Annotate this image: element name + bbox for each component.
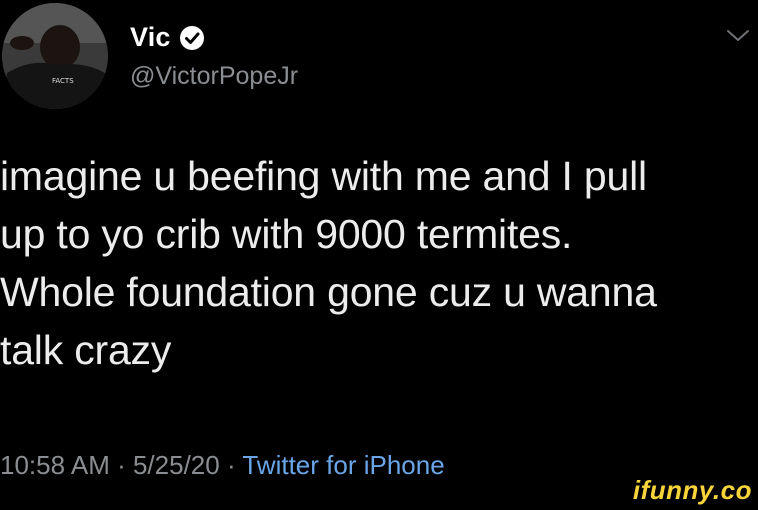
author-handle[interactable]: @VictorPopeJr: [130, 62, 298, 91]
verified-badge-icon: [179, 25, 205, 51]
meta-separator: ·: [109, 450, 133, 480]
chevron-down-icon[interactable]: [724, 26, 752, 46]
avatar[interactable]: FACTS: [2, 3, 108, 109]
display-name[interactable]: Vic: [130, 22, 171, 53]
tweet-time[interactable]: 10:58 AM: [0, 450, 110, 480]
meta-separator: ·: [219, 450, 243, 480]
tweet-date[interactable]: 5/25/20: [133, 450, 220, 480]
tweet-card: FACTS Vic @VictorPopeJr imagine u beefin…: [0, 0, 758, 510]
tweet-text: imagine u beefing with me and I pull up …: [0, 153, 657, 373]
avatar-shirt-text: FACTS: [52, 77, 74, 85]
ifunny-watermark: ifunny.co: [632, 475, 752, 505]
author-name-row: Vic: [130, 22, 205, 53]
tweet-meta: 10:58 AM · 5/25/20 · Twitter for iPhone: [0, 450, 445, 481]
avatar-image: FACTS: [2, 3, 108, 109]
tweet-source-link[interactable]: Twitter for iPhone: [242, 450, 444, 480]
